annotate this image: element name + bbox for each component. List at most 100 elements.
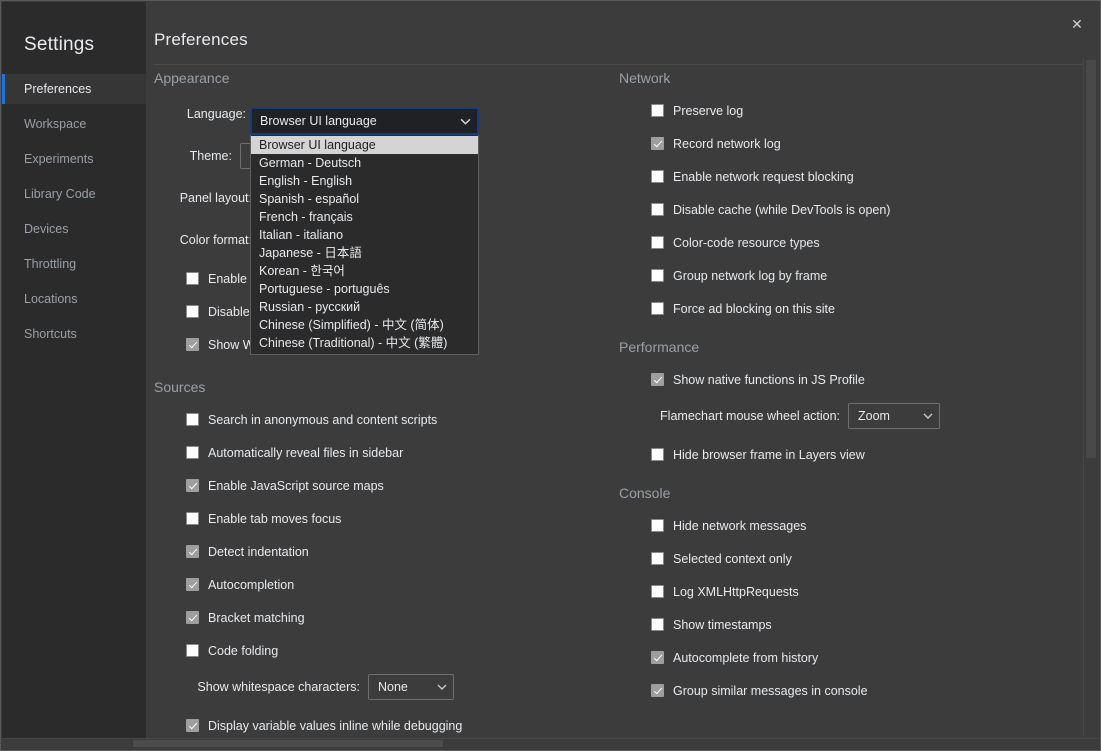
sidebar-item-shortcuts[interactable]: Shortcuts	[2, 319, 146, 349]
checkbox[interactable]	[651, 373, 664, 386]
sidebar-item-label: Locations	[24, 292, 78, 306]
sources-checkbox-row[interactable]: Bracket matching	[154, 607, 609, 628]
language-option[interactable]: French - français	[251, 208, 478, 226]
checkbox[interactable]	[186, 611, 199, 624]
checkbox[interactable]	[651, 552, 664, 565]
checkbox[interactable]	[651, 170, 664, 183]
checkbox[interactable]	[651, 302, 664, 315]
settings-column-right: Network Preserve log Record network log …	[619, 58, 1074, 713]
flamechart-select-value: Zoom	[858, 409, 890, 423]
performance-block: Performance Show native functions in JS …	[619, 339, 1074, 465]
checkbox[interactable]	[186, 545, 199, 558]
checkbox[interactable]	[186, 305, 199, 318]
close-button[interactable]: ✕	[1064, 11, 1090, 37]
checkbox-label: Hide network messages	[673, 519, 806, 533]
whitespace-select[interactable]: None	[368, 674, 454, 700]
sidebar-item-devices[interactable]: Devices	[2, 214, 146, 244]
network-checkbox-row[interactable]: Disable cache (while DevTools is open)	[619, 199, 1074, 220]
checkbox-label: Display variable values inline while deb…	[208, 719, 462, 733]
console-heading: Console	[619, 485, 1074, 501]
sidebar-item-library-code[interactable]: Library Code	[2, 179, 146, 209]
network-checkbox-row[interactable]: Force ad blocking on this site	[619, 298, 1074, 319]
language-option[interactable]: Russian - русский	[251, 298, 478, 316]
checkbox[interactable]	[651, 651, 664, 664]
checkbox[interactable]	[186, 338, 199, 351]
checkbox-label: Automatically reveal files in sidebar	[208, 446, 403, 460]
checkbox[interactable]	[651, 137, 664, 150]
language-option[interactable]: Spanish - español	[251, 190, 478, 208]
language-option[interactable]: Japanese - 日本語	[251, 244, 478, 262]
network-checkbox-row[interactable]: Color-code resource types	[619, 232, 1074, 253]
vertical-scrollbar-thumb[interactable]	[1086, 60, 1096, 458]
language-select[interactable]: Browser UI language	[250, 107, 479, 135]
sources-checkbox-row[interactable]: Automatically reveal files in sidebar	[154, 442, 609, 463]
console-checkbox-row[interactable]: Group similar messages in console	[619, 680, 1074, 701]
inline-values-row[interactable]: Display variable values inline while deb…	[154, 715, 609, 736]
checkbox[interactable]	[651, 618, 664, 631]
sidebar-title: Settings	[2, 2, 146, 72]
checkbox-label: Group network log by frame	[673, 269, 827, 283]
flamechart-label: Flamechart mouse wheel action:	[619, 409, 840, 423]
sidebar-item-label: Throttling	[24, 257, 76, 271]
vertical-scrollbar[interactable]	[1083, 58, 1098, 736]
network-checkbox-row[interactable]: Enable network request blocking	[619, 166, 1074, 187]
checkbox[interactable]	[186, 479, 199, 492]
network-checkbox-row[interactable]: Preserve log	[619, 100, 1074, 121]
checkbox[interactable]	[651, 585, 664, 598]
checkbox[interactable]	[651, 203, 664, 216]
checkbox[interactable]	[186, 272, 199, 285]
performance-heading: Performance	[619, 339, 1074, 355]
native-functions-row[interactable]: Show native functions in JS Profile	[619, 369, 1074, 390]
checkbox-label: Show timestamps	[673, 618, 772, 632]
sources-checkbox-row[interactable]: Autocompletion	[154, 574, 609, 595]
checkbox[interactable]	[186, 512, 199, 525]
hide-browser-frame-row[interactable]: Hide browser frame in Layers view	[619, 444, 1074, 465]
checkbox-label: Log XMLHttpRequests	[673, 585, 799, 599]
language-select-value: Browser UI language	[260, 114, 377, 128]
checkbox[interactable]	[651, 448, 664, 461]
checkbox[interactable]	[651, 519, 664, 532]
checkbox[interactable]	[651, 236, 664, 249]
sources-checkbox-row[interactable]: Code folding	[154, 640, 609, 661]
checkbox[interactable]	[186, 578, 199, 591]
language-option[interactable]: Chinese (Traditional) - 中文 (繁體)	[251, 334, 478, 352]
checkbox[interactable]	[186, 446, 199, 459]
sidebar-item-preferences[interactable]: Preferences	[2, 74, 146, 104]
network-checkbox-row[interactable]: Group network log by frame	[619, 265, 1074, 286]
sources-checkbox-row[interactable]: Search in anonymous and content scripts	[154, 409, 609, 430]
console-checkbox-row[interactable]: Selected context only	[619, 548, 1074, 569]
sidebar-item-workspace[interactable]: Workspace	[2, 109, 146, 139]
console-checkbox-row[interactable]: Log XMLHttpRequests	[619, 581, 1074, 602]
sources-checkbox-row[interactable]: Enable JavaScript source maps	[154, 475, 609, 496]
language-option[interactable]: Chinese (Simplified) - 中文 (简体)	[251, 316, 478, 334]
checkbox[interactable]	[186, 719, 199, 732]
language-option[interactable]: Portuguese - português	[251, 280, 478, 298]
flamechart-select[interactable]: Zoom	[848, 403, 940, 429]
language-option[interactable]: German - Deutsch	[251, 154, 478, 172]
language-option[interactable]: Korean - 한국어	[251, 262, 478, 280]
sidebar-item-locations[interactable]: Locations	[2, 284, 146, 314]
sources-checkbox-row[interactable]: Detect indentation	[154, 541, 609, 562]
settings-sidebar: Settings Preferences Workspace Experimen…	[2, 2, 146, 742]
checkbox-label: Hide browser frame in Layers view	[673, 448, 865, 462]
checkbox[interactable]	[186, 413, 199, 426]
checkbox-label: Code folding	[208, 644, 278, 658]
checkbox[interactable]	[186, 644, 199, 657]
checkbox-label: Detect indentation	[208, 545, 309, 559]
language-option[interactable]: Italian - italiano	[251, 226, 478, 244]
sidebar-item-experiments[interactable]: Experiments	[2, 144, 146, 174]
network-checkbox-row[interactable]: Record network log	[619, 133, 1074, 154]
language-option[interactable]: English - English	[251, 172, 478, 190]
sources-checkbox-row[interactable]: Enable tab moves focus	[154, 508, 609, 529]
horizontal-scrollbar-thumb[interactable]	[133, 740, 443, 747]
sidebar-item-throttling[interactable]: Throttling	[2, 249, 146, 279]
console-checkbox-row[interactable]: Autocomplete from history	[619, 647, 1074, 668]
horizontal-scrollbar[interactable]	[2, 738, 1099, 749]
console-checkbox-row[interactable]: Show timestamps	[619, 614, 1074, 635]
checkbox[interactable]	[651, 269, 664, 282]
checkbox[interactable]	[651, 684, 664, 697]
appearance-heading: Appearance	[154, 70, 609, 86]
console-checkbox-row[interactable]: Hide network messages	[619, 515, 1074, 536]
checkbox[interactable]	[651, 104, 664, 117]
language-option[interactable]: Browser UI language	[251, 136, 478, 154]
